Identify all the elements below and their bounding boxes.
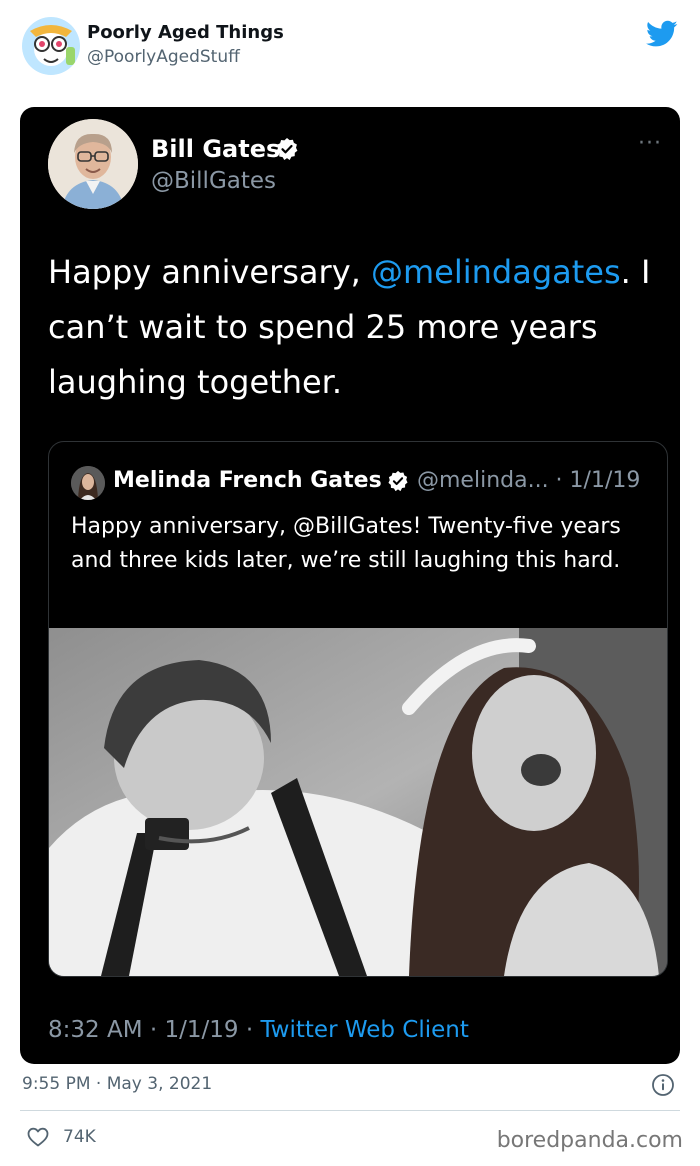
mention-link[interactable]: @melindagates: [371, 253, 621, 291]
site-watermark: boredpanda.com: [496, 1128, 683, 1153]
outer-tweet-header: Poorly Aged Things @PoorlyAgedStuff: [0, 0, 700, 100]
heart-icon[interactable]: [26, 1125, 50, 1149]
info-icon[interactable]: [651, 1073, 675, 1097]
tweet-client-link[interactable]: Twitter Web Client: [260, 1017, 468, 1043]
quoted-handle-and-date[interactable]: @melinda... · 1/1/19: [417, 468, 640, 493]
verified-badge-icon: [388, 470, 408, 492]
tweet-text-part: Happy anniversary,: [48, 253, 371, 291]
anniversary-photo[interactable]: [49, 628, 667, 976]
poorly-aged-things-avatar[interactable]: [22, 17, 80, 75]
embedded-tweet-text: Happy anniversary, @melindagates. I can’…: [48, 245, 658, 410]
embedded-tweet-meta: 8:32 AM · 1/1/19 · Twitter Web Client: [48, 1017, 469, 1043]
embedded-tweet-screenshot: Bill Gates @BillGates ··· Happy annivers…: [20, 107, 680, 1064]
melinda-avatar[interactable]: [71, 466, 105, 500]
bill-gates-avatar[interactable]: [48, 119, 138, 209]
twitter-bird-icon[interactable]: [646, 20, 678, 48]
embedded-author-handle[interactable]: @BillGates: [151, 168, 276, 194]
embedded-author-name[interactable]: Bill Gates: [151, 135, 280, 163]
quoted-tweet-text: Happy anniversary, @BillGates! Twenty-fi…: [71, 514, 621, 573]
outer-account-name[interactable]: Poorly Aged Things: [87, 22, 284, 43]
more-options-icon[interactable]: ···: [638, 133, 662, 155]
outer-timestamp[interactable]: 9:55 PM · May 3, 2021: [22, 1074, 212, 1094]
verified-badge-icon: [276, 138, 298, 160]
outer-account-handle[interactable]: @PoorlyAgedStuff: [87, 47, 240, 67]
quoted-author-name[interactable]: Melinda French Gates: [113, 468, 382, 493]
divider: [20, 1110, 680, 1111]
quoted-tweet-card[interactable]: Melinda French Gates @melinda... · 1/1/1…: [48, 441, 668, 977]
like-count[interactable]: 74K: [63, 1127, 96, 1147]
embedded-timestamp[interactable]: 8:32 AM · 1/1/19 ·: [48, 1017, 260, 1043]
